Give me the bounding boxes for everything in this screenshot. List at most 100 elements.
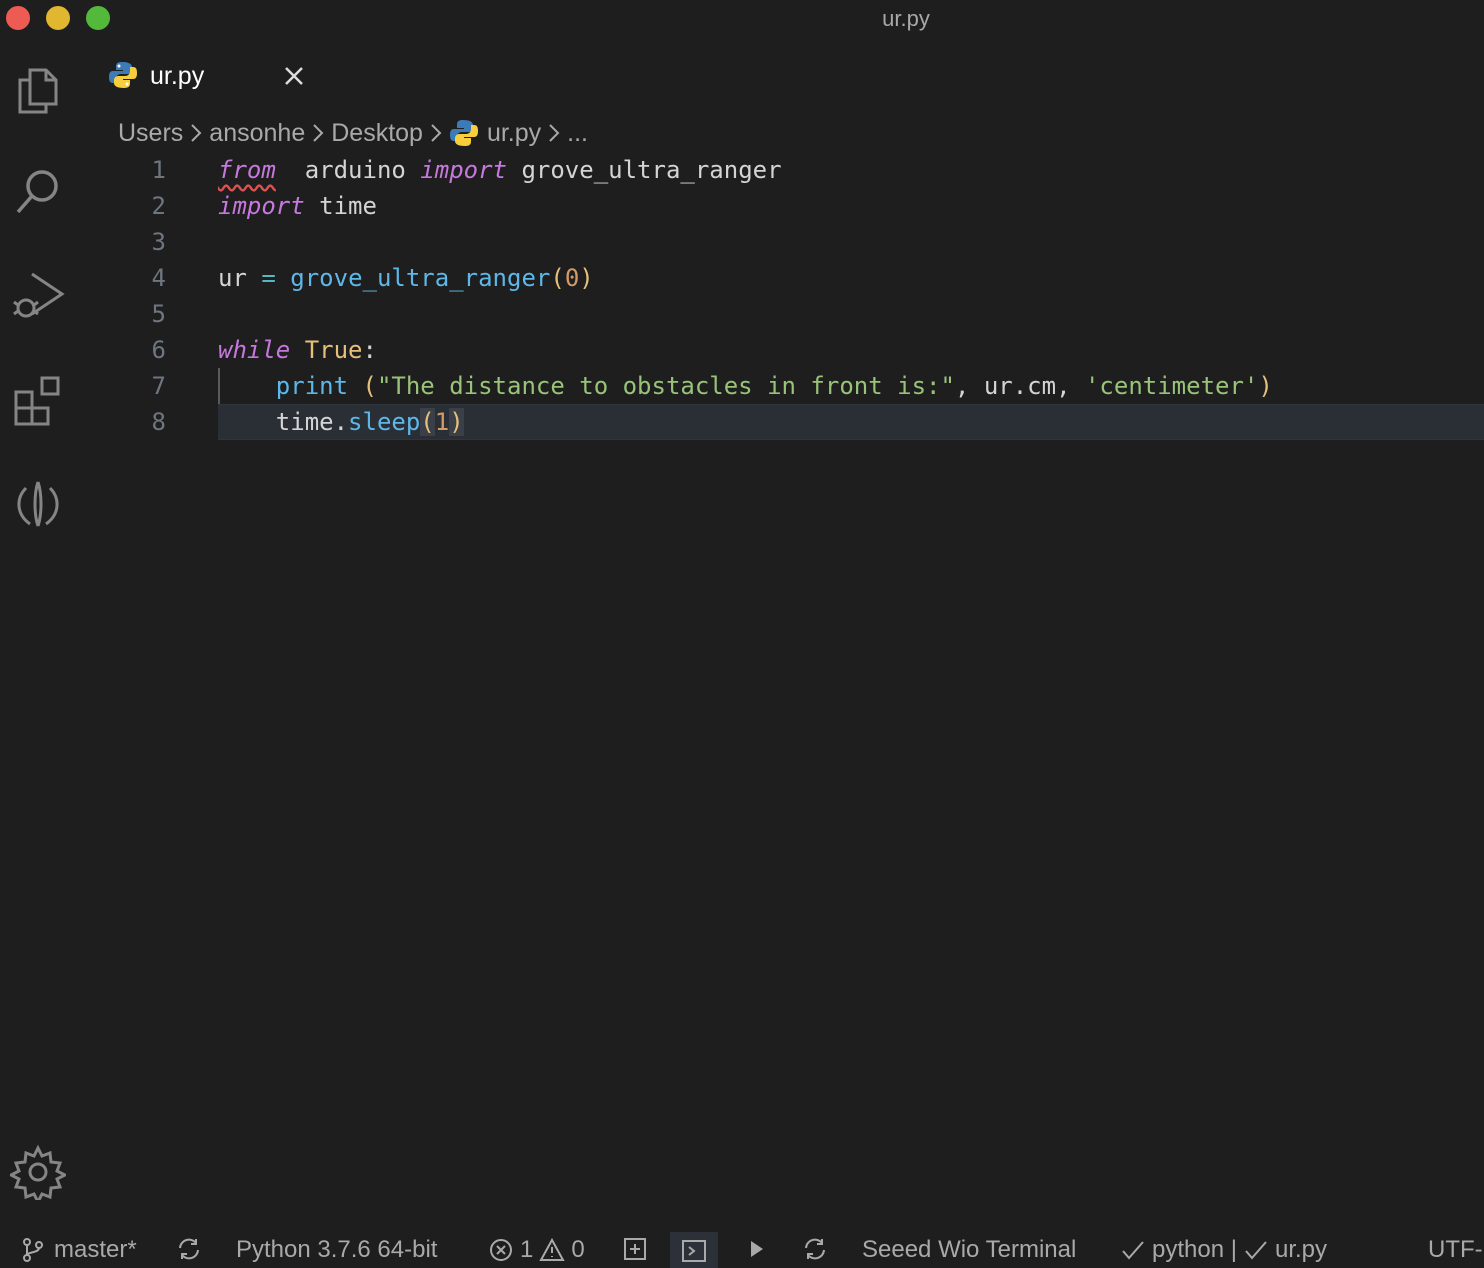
branch-status[interactable]: master* [20, 1236, 137, 1264]
code-text: ur = grove_ultra_ranger(0) [218, 260, 594, 296]
refresh-icon [805, 1238, 825, 1260]
code-token: ur [218, 264, 262, 292]
git-branch-icon [23, 1238, 43, 1262]
code-token: grove_ultra_ranger [290, 264, 551, 292]
window-title: ur.py [882, 6, 930, 31]
code-token: "The distance to obstacles in front is:" [376, 372, 955, 400]
code-token: from [218, 156, 276, 184]
code-text: while True: [218, 332, 377, 368]
code-token: 0 [564, 264, 580, 292]
platformio-icon[interactable] [10, 476, 66, 532]
code-token: 1 [434, 408, 450, 436]
terminal-icon [682, 1240, 706, 1262]
error-count: 1 [520, 1236, 534, 1263]
code-token: , ur.cm, [954, 372, 1085, 400]
interpreter-status[interactable]: Python 3.7.6 64-bit [236, 1236, 437, 1264]
language-check-status[interactable]: python | ur.py [1120, 1236, 1327, 1264]
code-token: ( [550, 264, 565, 292]
line-number: 7 [151, 372, 166, 400]
code-text: from arduino import grove_ultra_ranger [218, 152, 782, 188]
code-token: ) [449, 408, 464, 436]
chevron-right-icon [543, 121, 565, 145]
code-token: time. [218, 408, 349, 436]
branch-name: master* [54, 1236, 137, 1263]
code-token: grove_ultra_ranger [507, 156, 782, 184]
code-token: arduino [275, 156, 421, 184]
code-text: print ("The distance to obstacles in fro… [218, 368, 1273, 404]
code-token: True [304, 336, 363, 364]
breadcrumb-item-desktop[interactable]: Desktop [331, 119, 423, 148]
breadcrumb: Users ansonhe Desktop ur.py ... [118, 114, 588, 152]
sync-button[interactable] [176, 1236, 202, 1262]
code-line[interactable]: 8 time.sleep(1) [0, 404, 1484, 440]
chevron-right-icon [425, 121, 447, 145]
run-button[interactable] [744, 1236, 770, 1262]
warning-icon [539, 1237, 566, 1261]
line-number: 6 [151, 336, 166, 364]
code-line[interactable]: 7 print ("The distance to obstacles in f… [0, 368, 1484, 404]
encoding-status[interactable]: UTF- [1428, 1236, 1483, 1264]
tab-ur-py[interactable]: ur.py [96, 52, 326, 102]
code-line[interactable]: 4 ur = grove_ultra_ranger(0) [0, 260, 1484, 296]
code-token: : [362, 336, 377, 364]
code-line[interactable]: 2 import time [0, 188, 1484, 224]
code-token: ( [362, 372, 377, 400]
code-token: ( [420, 408, 435, 436]
code-token: while [218, 336, 291, 364]
board-status[interactable]: Seeed Wio Terminal [862, 1236, 1076, 1264]
code-token: import [420, 156, 507, 184]
check-icon [1245, 1241, 1267, 1260]
breadcrumb-item-ansonhe[interactable]: ansonhe [209, 119, 305, 148]
code-text: time.sleep(1) [218, 404, 464, 440]
file-check-label: ur.py [1274, 1236, 1327, 1263]
problems-status[interactable]: 1 0 [488, 1236, 585, 1264]
code-token: 'centimeter' [1084, 372, 1259, 400]
chevron-right-icon [185, 121, 207, 145]
error-icon [490, 1239, 512, 1261]
check-icon [1122, 1241, 1144, 1260]
explorer-icon[interactable] [10, 62, 66, 118]
code-token: ) [579, 264, 594, 292]
breadcrumb-item-symbols[interactable]: ... [567, 119, 588, 148]
title-bar: ur.py [0, 0, 1484, 38]
terminal-button[interactable] [670, 1232, 718, 1268]
line-number: 1 [151, 156, 166, 184]
line-number: 4 [151, 264, 166, 292]
line-number: 3 [151, 228, 166, 256]
new-terminal-button[interactable] [622, 1236, 648, 1262]
code-token: = [261, 264, 276, 292]
language-check-label: python | [1152, 1236, 1237, 1263]
code-token: import [218, 192, 305, 220]
python-file-icon [449, 120, 478, 146]
play-icon [751, 1241, 763, 1257]
code-token: ) [1258, 372, 1273, 400]
line-number: 2 [151, 192, 166, 220]
settings-gear-icon[interactable] [7, 1144, 69, 1206]
code-line[interactable]: 1 from arduino import grove_ultra_ranger [0, 152, 1484, 188]
code-line[interactable]: 3 [0, 224, 1484, 260]
code-token: time [304, 192, 377, 220]
chevron-right-icon [307, 121, 329, 145]
tab-close-icon[interactable] [280, 62, 308, 90]
tab-label: ur.py [150, 62, 205, 90]
breadcrumb-item-users[interactable]: Users [118, 119, 183, 148]
refresh-button[interactable] [802, 1236, 828, 1262]
code-token: sleep [348, 408, 421, 436]
sync-icon [179, 1238, 199, 1260]
code-token: print [275, 372, 349, 400]
line-number: 8 [151, 408, 166, 436]
breadcrumb-item-file[interactable]: ur.py [487, 119, 541, 148]
code-line[interactable]: 5 [0, 296, 1484, 332]
code-editor[interactable]: 1 from arduino import grove_ultra_ranger 2… [0, 152, 1484, 452]
status-bar: master* Python 3.7.6 64-bit 1 0 Seeed Wi… [0, 1232, 1484, 1268]
python-file-icon [109, 62, 137, 88]
code-text: import time [218, 188, 377, 224]
code-line[interactable]: 6 while True: [0, 332, 1484, 368]
warning-count: 0 [571, 1236, 585, 1263]
add-box-icon [624, 1238, 646, 1260]
line-number: 5 [151, 300, 166, 328]
